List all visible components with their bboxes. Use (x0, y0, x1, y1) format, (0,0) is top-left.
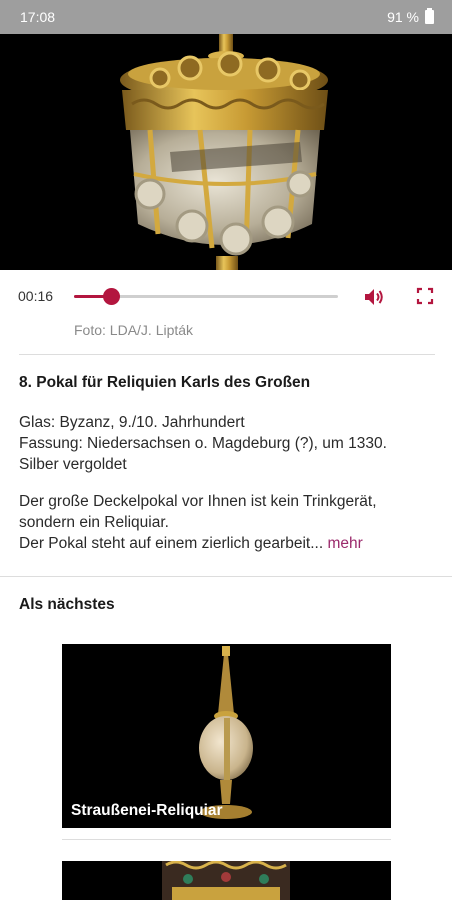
next-card[interactable]: Straußenei-Reliquiar (62, 644, 391, 828)
description-line: Der Pokal steht auf einem zierlich gearb… (19, 533, 439, 554)
audio-player: 00:16 (0, 270, 452, 326)
card-divider (62, 839, 391, 840)
progress-thumb[interactable] (102, 288, 120, 305)
object-image[interactable] (0, 34, 452, 270)
volume-icon[interactable] (362, 285, 386, 309)
fullscreen-icon[interactable] (416, 287, 434, 305)
description-line-text: Der Pokal steht auf einem zierlich gearb… (19, 535, 324, 552)
next-heading: Als nächstes (19, 596, 115, 613)
next-card-2-image (162, 861, 290, 900)
more-link[interactable]: mehr (327, 535, 362, 552)
description-line: sondern ein Reliquiar. (19, 514, 169, 531)
object-title: 8. Pokal für Reliquien Karls des Großen (19, 374, 311, 391)
section-divider (0, 576, 452, 577)
divider (19, 354, 435, 355)
next-card-2[interactable] (62, 861, 391, 900)
object-description: Der große Deckelpokal vor Ihnen ist kein… (19, 491, 439, 554)
object-meta: Glas: Byzanz, 9./10. Jahrhundert Fassung… (19, 412, 439, 475)
reliquary-image (199, 646, 253, 819)
battery-icon (425, 8, 434, 24)
status-bar: 17:08 91 % (0, 0, 452, 34)
meta-line: Fassung: Niedersachsen o. Magdeburg (?),… (19, 435, 387, 452)
battery-percent: 91 % (387, 9, 419, 25)
status-right: 91 % (387, 8, 434, 25)
meta-line: Silber vergoldet (19, 456, 127, 473)
photo-credit: Foto: LDA/J. Lipták (74, 322, 194, 338)
progress-slider[interactable] (74, 288, 338, 305)
next-card-title: Straußenei-Reliquiar (71, 802, 223, 819)
elapsed-time: 00:16 (18, 288, 54, 304)
meta-line: Glas: Byzanz, 9./10. Jahrhundert (19, 414, 245, 431)
status-time: 17:08 (20, 9, 56, 25)
goblet-illustration (120, 34, 328, 270)
description-line: Der große Deckelpokal vor Ihnen ist kein… (19, 493, 377, 510)
